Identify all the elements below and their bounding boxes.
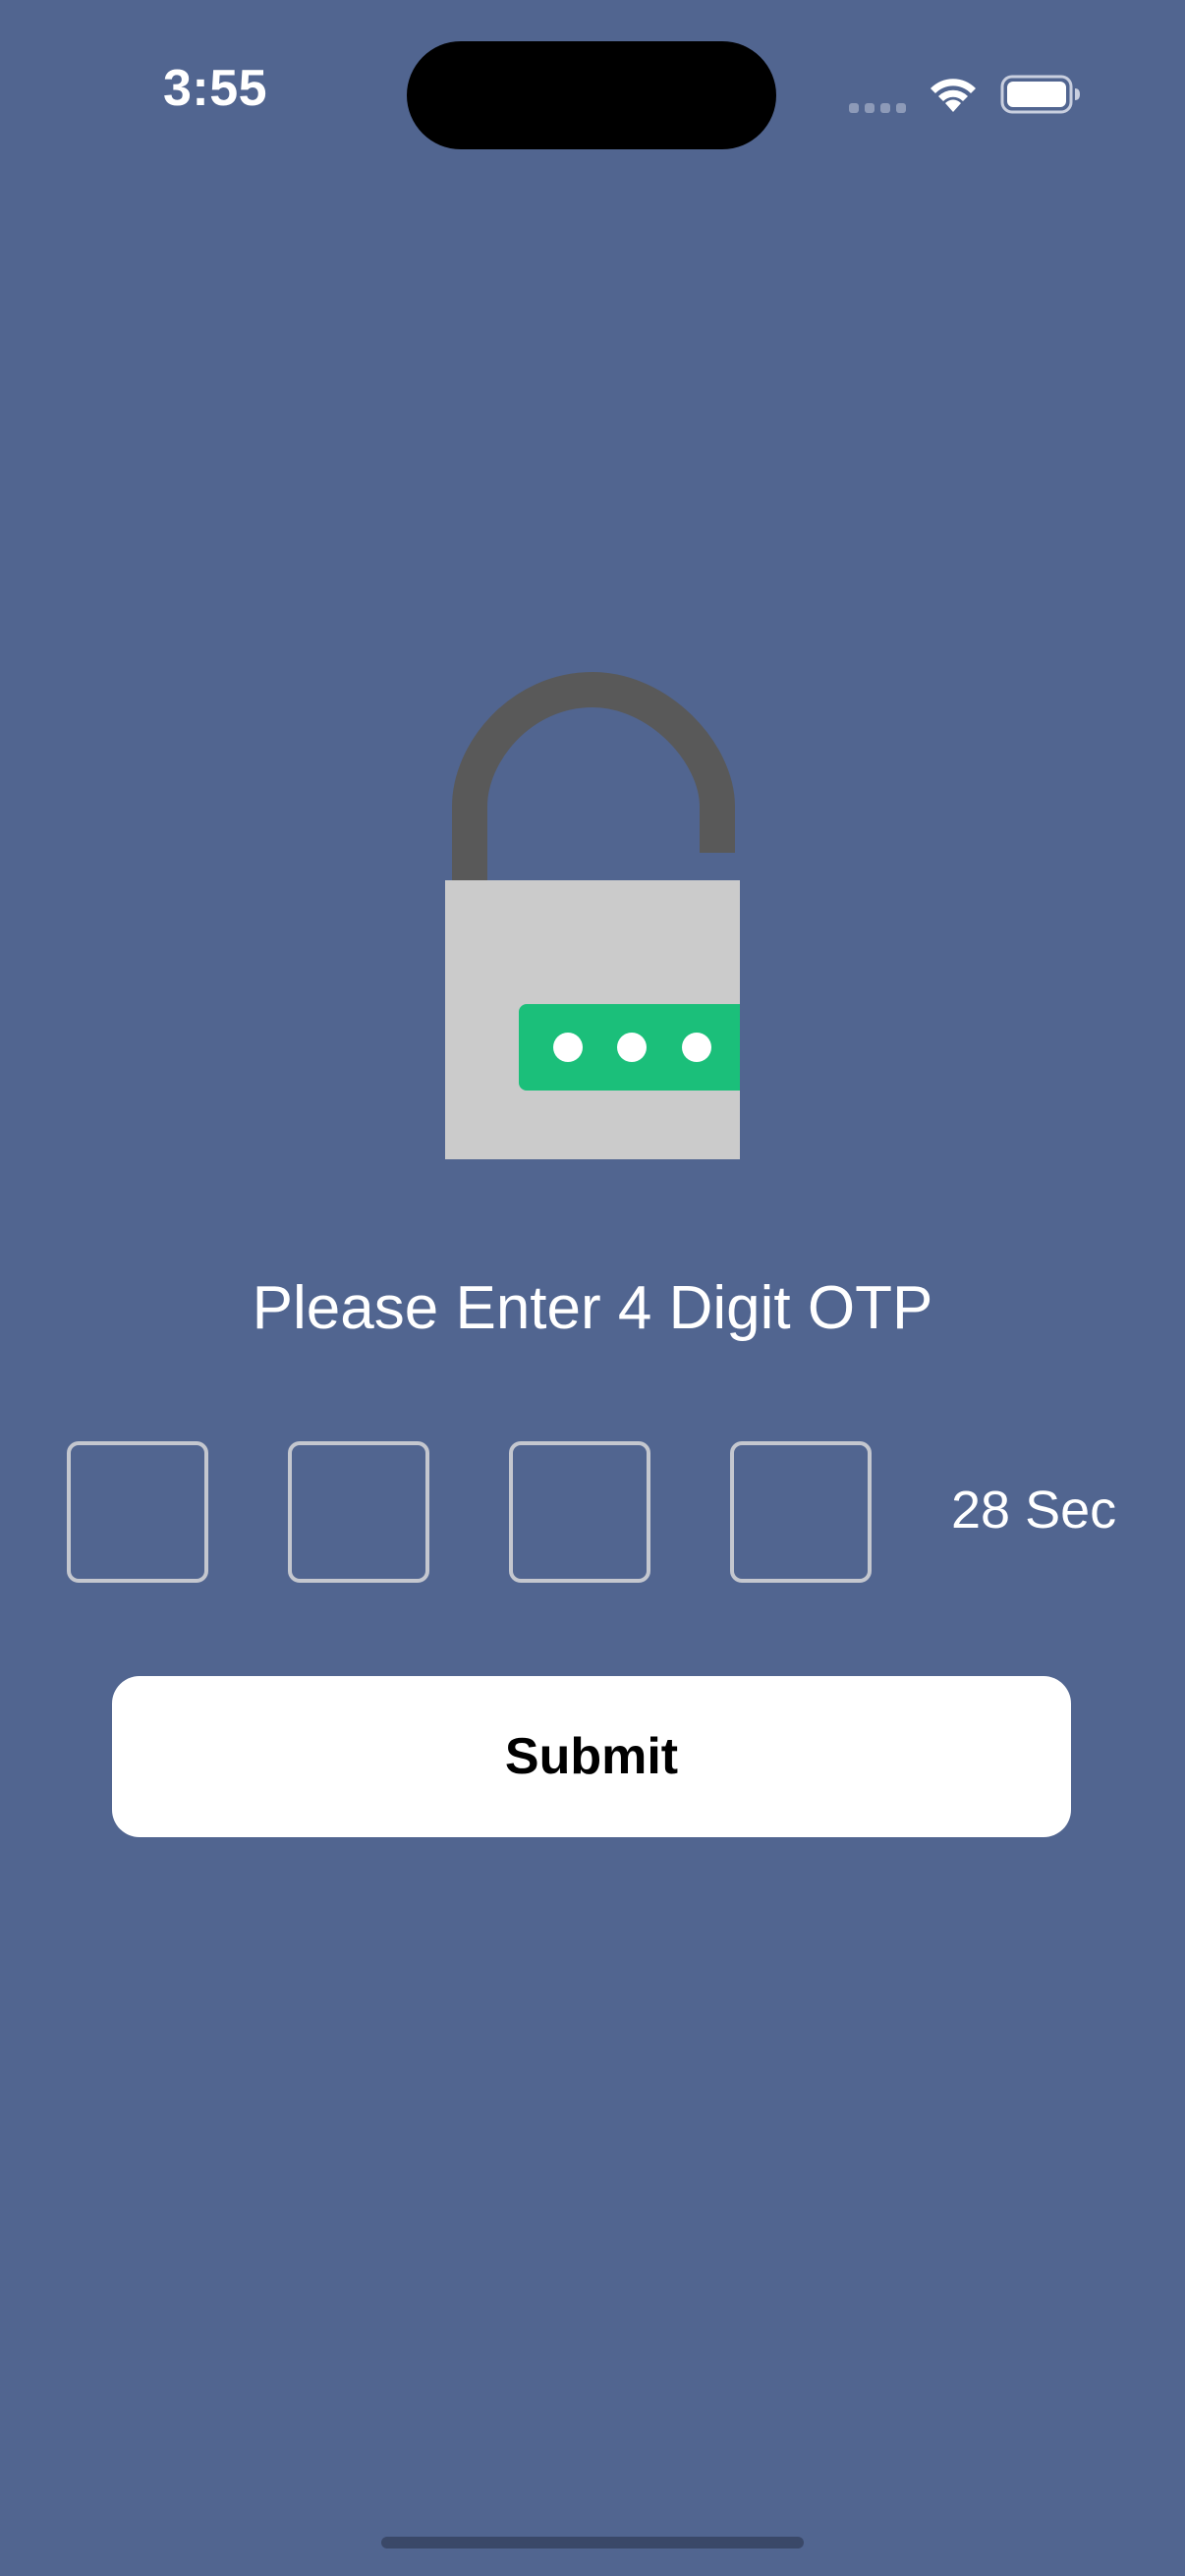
dynamic-island	[407, 41, 776, 149]
otp-digit-3-input[interactable]	[509, 1441, 650, 1583]
otp-digit-2-input[interactable]	[288, 1441, 429, 1583]
otp-instruction-title: Please Enter 4 Digit OTP	[252, 1274, 933, 1342]
cellular-signal-icon	[849, 103, 906, 113]
home-indicator[interactable]	[381, 2537, 804, 2548]
wifi-icon	[931, 79, 976, 112]
battery-icon	[1000, 75, 1080, 114]
otp-digit-1-input[interactable]	[67, 1441, 208, 1583]
otp-countdown-timer: 28 Sec	[951, 1481, 1117, 1540]
otp-digit-4-input[interactable]	[730, 1441, 872, 1583]
status-time: 3:55	[163, 60, 268, 117]
submit-button[interactable]: Submit	[112, 1676, 1071, 1837]
padlock-icon	[445, 671, 740, 1159]
otp-screen: 3:55 Please Enter 4 Digit OTP 28 Sec Sub…	[0, 0, 1185, 2576]
